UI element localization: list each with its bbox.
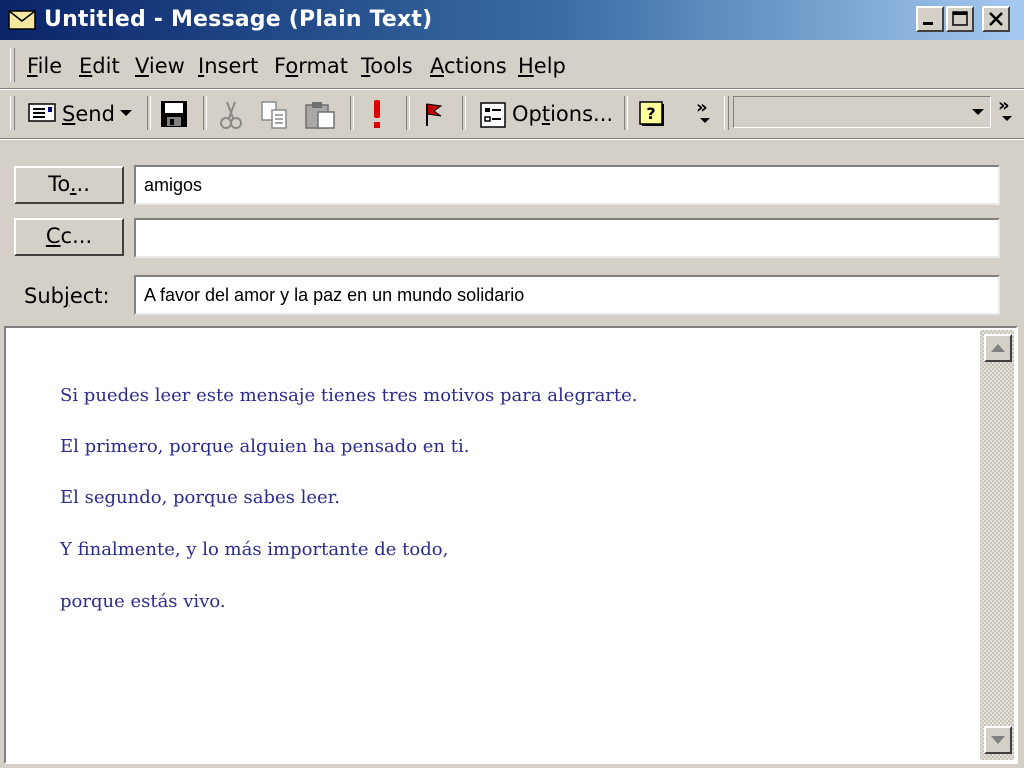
toolbar-bottom-separator	[0, 138, 1024, 140]
help-icon: ?	[639, 101, 664, 126]
options-button[interactable]: Options...	[474, 94, 614, 132]
exclamation-icon	[374, 100, 380, 128]
title-bar[interactable]: Untitled - Message (Plain Text)	[0, 0, 1024, 40]
toolbar-grip[interactable]	[10, 96, 15, 130]
paste-button	[300, 94, 342, 132]
cc-button[interactable]: Cc...	[14, 218, 124, 256]
send-button[interactable]: Send	[22, 94, 140, 132]
to-field[interactable]	[134, 165, 1000, 205]
toolbar-separator	[350, 96, 354, 130]
close-icon	[989, 12, 1003, 26]
toolbar-overflow-button[interactable]: »	[694, 94, 716, 132]
body-line: Si puedes leer este mensaje tienes tres …	[60, 385, 638, 406]
chevron-down-icon	[700, 118, 710, 123]
copy-button	[256, 94, 292, 132]
subject-field[interactable]	[134, 275, 1000, 315]
arrow-down-icon	[991, 736, 1005, 744]
importance-high-button[interactable]	[362, 94, 392, 132]
message-body[interactable]: Si puedes leer este mensaje tienes tres …	[4, 326, 1018, 764]
copy-icon	[261, 101, 287, 129]
send-label: Send	[62, 102, 115, 126]
help-button[interactable]: ?	[634, 94, 670, 132]
menu-help[interactable]: Help	[518, 52, 566, 80]
menu-view[interactable]: View	[135, 52, 185, 80]
envelope-icon	[8, 10, 36, 30]
body-line: Y finalmente, y lo más importante de tod…	[60, 539, 449, 560]
scroll-up-button[interactable]	[984, 334, 1012, 362]
svg-text:?: ?	[646, 104, 655, 123]
toolbar-combobox[interactable]	[733, 96, 991, 128]
scissors-icon	[220, 101, 242, 129]
cut-button	[212, 94, 248, 132]
options-label: Options...	[512, 102, 614, 126]
options-icon	[480, 102, 506, 128]
body-line: El primero, porque alguien ha pensado en…	[60, 436, 470, 457]
menu-insert[interactable]: Insert	[198, 52, 258, 80]
chevron-down-icon[interactable]	[120, 110, 132, 118]
close-button[interactable]	[982, 6, 1010, 32]
minimize-button[interactable]	[916, 6, 944, 32]
toolbar-separator	[462, 96, 466, 130]
send-icon	[28, 103, 56, 122]
maximize-icon	[952, 11, 968, 26]
window-title: Untitled - Message (Plain Text)	[44, 7, 433, 32]
clipboard-icon	[305, 102, 335, 129]
minimize-icon	[923, 22, 933, 25]
menu-bar: File Edit View Insert Format Tools Actio…	[0, 42, 1024, 90]
subject-label: Subject:	[24, 284, 110, 308]
flag-button[interactable]	[416, 94, 450, 132]
menu-format[interactable]: Format	[274, 52, 348, 80]
body-line: porque estás vivo.	[60, 591, 226, 612]
flag-icon	[426, 103, 443, 126]
arrow-up-icon	[991, 344, 1005, 352]
maximize-button[interactable]	[946, 6, 974, 32]
save-button[interactable]	[156, 94, 192, 132]
toolbar-grip[interactable]	[724, 96, 729, 130]
menu-bar-grip[interactable]	[10, 48, 15, 82]
cc-field[interactable]	[134, 218, 1000, 258]
toolbar-separator	[147, 96, 151, 130]
menu-tools[interactable]: Tools	[361, 52, 413, 80]
to-button[interactable]: To...	[14, 166, 124, 204]
toolbar2-overflow-button[interactable]: »	[996, 92, 1018, 132]
body-line: El segundo, porque sabes leer.	[60, 487, 340, 508]
vertical-scrollbar[interactable]	[980, 330, 1014, 760]
scroll-down-button[interactable]	[984, 726, 1012, 754]
toolbar-separator	[406, 96, 410, 130]
menu-actions[interactable]: Actions	[430, 52, 507, 80]
menu-edit[interactable]: Edit	[79, 52, 120, 80]
floppy-disk-icon	[161, 101, 187, 127]
toolbar-separator	[203, 96, 207, 130]
toolbar-separator	[624, 96, 628, 130]
menu-file[interactable]: File	[27, 52, 62, 80]
chevron-down-icon	[1002, 116, 1012, 121]
chevron-down-icon[interactable]	[972, 109, 984, 117]
